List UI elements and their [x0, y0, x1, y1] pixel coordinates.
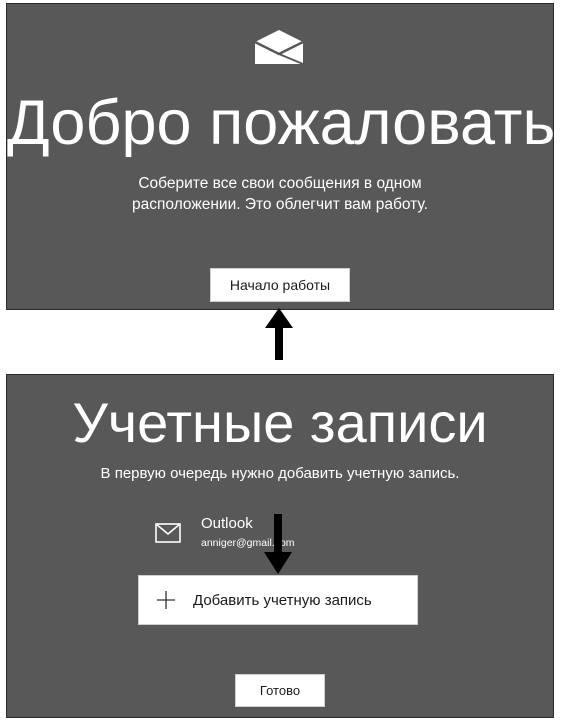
accounts-title: Учетные записи: [72, 391, 488, 454]
done-button[interactable]: Готово: [235, 674, 325, 707]
start-button[interactable]: Начало работы: [210, 268, 350, 302]
account-item-outlook[interactable]: Outlook anniger@gmail.com: [153, 511, 333, 553]
mail-app-icon: [254, 30, 304, 65]
add-account-button[interactable]: Добавить учетную запись: [138, 575, 418, 625]
envelope-icon: [155, 523, 181, 543]
accounts-description: В первую очередь нужно добавить учетную …: [100, 465, 460, 482]
arrow-up-icon: [265, 308, 293, 360]
welcome-description: Соберите все свои сообщения в одном расп…: [132, 175, 428, 213]
welcome-title: Добро пожаловать: [7, 88, 556, 158]
arrow-down-icon: [264, 514, 292, 574]
account-name: Outlook: [201, 515, 253, 532]
plus-icon: [157, 591, 175, 609]
welcome-screen: Добро пожаловать Соберите все свои сообщ…: [6, 3, 556, 310]
add-account-label: Добавить учетную запись: [193, 591, 372, 609]
